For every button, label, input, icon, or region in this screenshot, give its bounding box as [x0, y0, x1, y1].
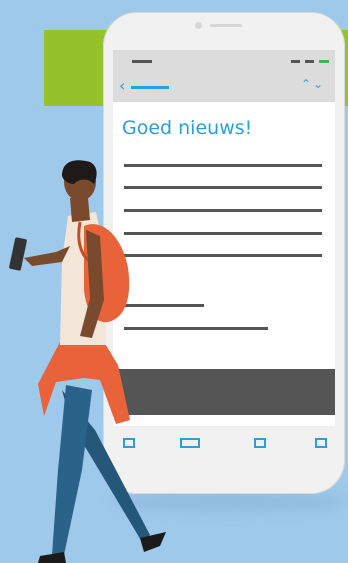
walking-person-illustration	[9, 160, 166, 563]
